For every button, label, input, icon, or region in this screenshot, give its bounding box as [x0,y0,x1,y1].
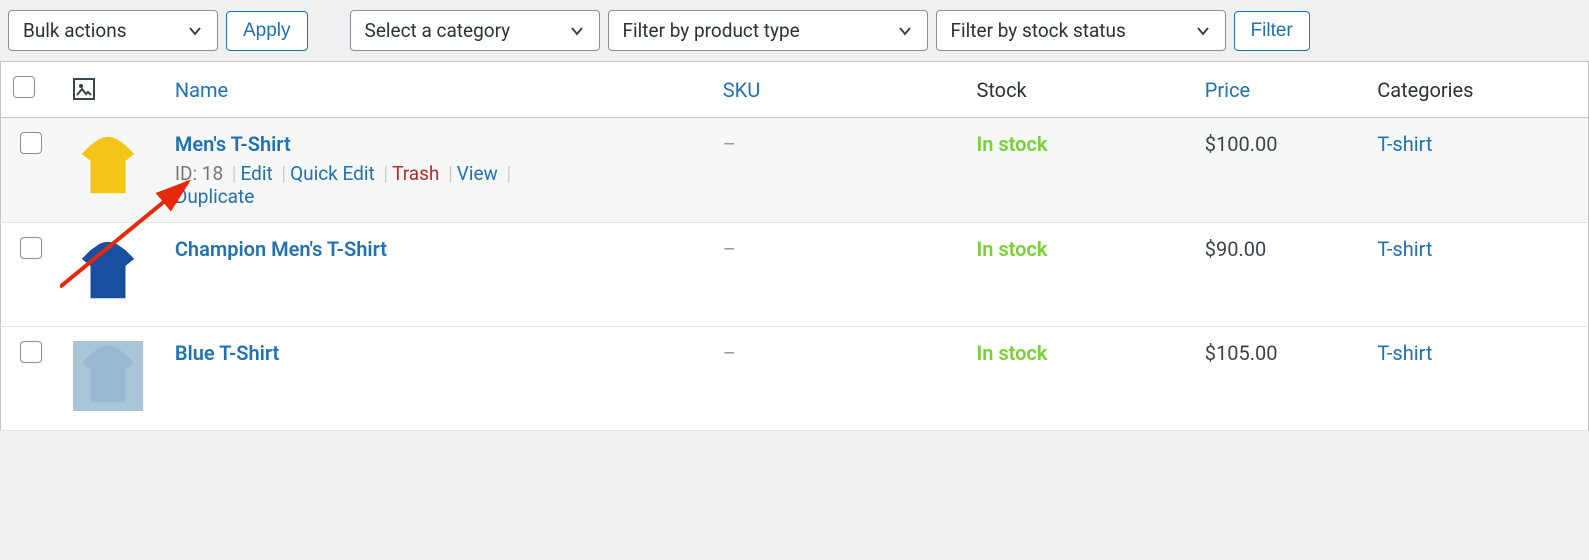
category-link[interactable]: T-shirt [1377,341,1432,365]
category-link[interactable]: T-shirt [1377,132,1432,156]
product-title-link[interactable]: Men's T-Shirt [175,132,291,156]
price-value: $105.00 [1205,341,1278,365]
row-checkbox[interactable] [20,341,42,363]
column-header-sku[interactable]: SKU [711,62,965,118]
product-id-label: ID: 18 [175,162,223,185]
apply-button[interactable]: Apply [226,11,308,51]
image-column-icon [73,78,95,100]
stock-status: In stock [976,132,1047,156]
column-header-categories: Categories [1365,62,1588,118]
table-row: Blue T-Shirt – In stock $105.00 T-shirt [1,327,1589,431]
chevron-down-icon [569,23,585,39]
table-row: Champion Men's T-Shirt – In stock $90.00 T-s… [1,223,1589,327]
price-value: $90.00 [1205,237,1266,261]
column-header-price[interactable]: Price [1193,62,1365,118]
filter-stock-status-label: Filter by stock status [951,19,1126,42]
trash-link[interactable]: Trash [392,162,439,185]
edit-link[interactable]: Edit [241,162,273,185]
stock-status: In stock [976,237,1047,261]
filter-product-type-label: Filter by product type [623,19,800,42]
chevron-down-icon [897,23,913,39]
sku-value: – [723,132,736,156]
sku-value: – [723,237,736,261]
column-header-name[interactable]: Name [163,62,711,118]
select-all-checkbox[interactable] [13,76,35,98]
quick-edit-link[interactable]: Quick Edit [290,162,375,185]
stock-status: In stock [976,341,1047,365]
row-checkbox[interactable] [20,132,42,154]
products-table: Name SKU Stock Price Categories Men's T-… [0,61,1589,431]
select-category-label: Select a category [365,19,511,42]
row-actions: ID: 18 |Edit |Quick Edit |Trash |View | … [175,162,699,208]
row-checkbox[interactable] [20,237,42,259]
product-title-link[interactable]: Blue T-Shirt [175,341,279,365]
table-row: Men's T-Shirt ID: 18 |Edit |Quick Edit |… [1,118,1589,223]
filter-stock-status-dropdown[interactable]: Filter by stock status [936,10,1226,51]
filter-button[interactable]: Filter [1234,11,1310,51]
select-category-dropdown[interactable]: Select a category [350,10,600,51]
bulk-actions-label: Bulk actions [23,19,127,42]
chevron-down-icon [1195,23,1211,39]
duplicate-link[interactable]: Duplicate [175,185,254,208]
view-link[interactable]: View [457,162,498,185]
product-thumbnail[interactable] [73,341,143,411]
chevron-down-icon [187,23,203,39]
filter-product-type-dropdown[interactable]: Filter by product type [608,10,928,51]
bulk-actions-select[interactable]: Bulk actions [8,10,218,51]
sku-value: – [723,341,736,365]
category-link[interactable]: T-shirt [1377,237,1432,261]
table-nav: Bulk actions Apply Select a category Fil… [0,0,1589,61]
product-thumbnail[interactable] [73,237,143,307]
price-value: $100.00 [1205,132,1278,156]
product-thumbnail[interactable] [73,132,143,202]
column-header-stock: Stock [964,62,1192,118]
product-title-link[interactable]: Champion Men's T-Shirt [175,237,387,261]
